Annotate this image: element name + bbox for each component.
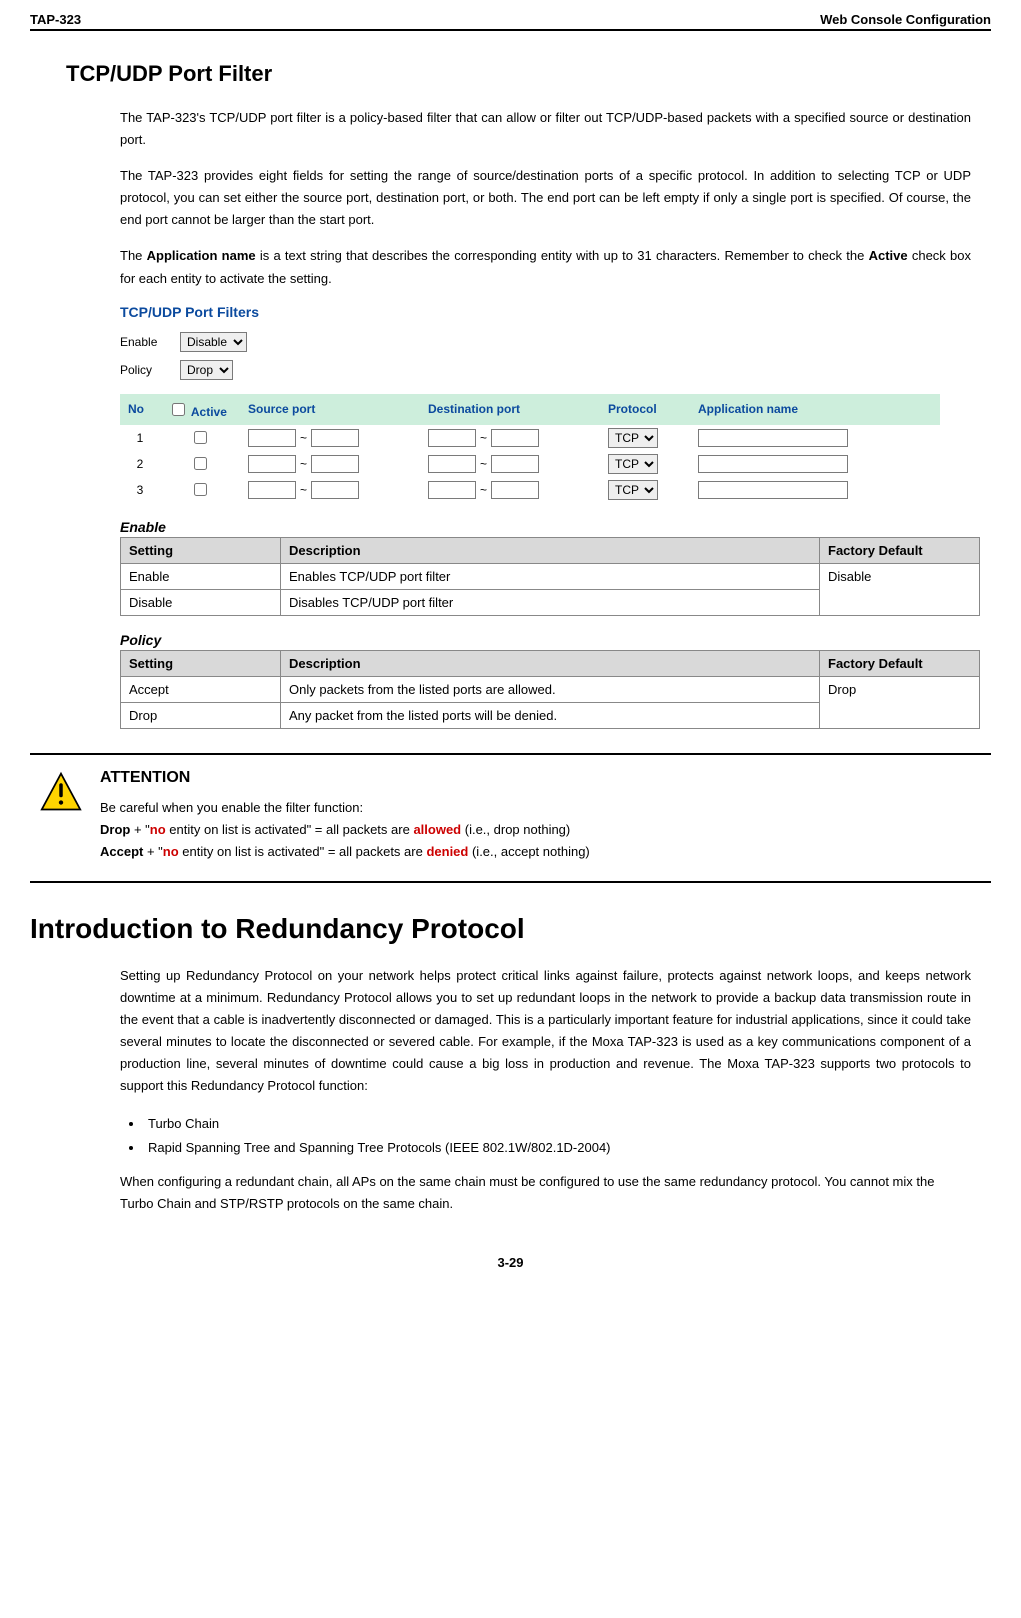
enable-subheading: Enable (120, 519, 991, 535)
redundancy-note: When configuring a redundant chain, all … (120, 1171, 971, 1215)
dst-port-start[interactable] (428, 455, 476, 473)
active-header-checkbox[interactable] (172, 403, 185, 416)
attention-intro: Be careful when you enable the filter fu… (100, 797, 971, 819)
src-port-start[interactable] (248, 429, 296, 447)
src-port-end[interactable] (311, 481, 359, 499)
dst-port-end[interactable] (491, 481, 539, 499)
attention-box: ATTENTION Be careful when you enable the… (30, 753, 991, 883)
attention-line-2: Accept + "no entity on list is activated… (100, 841, 971, 863)
table-row: 3 ~ ~ TCP (120, 477, 940, 503)
protocol-select[interactable]: TCP (608, 480, 658, 500)
redundancy-bullets: Turbo Chain Rapid Spanning Tree and Span… (120, 1112, 971, 1161)
term-active: Active (869, 248, 908, 263)
policy-select[interactable]: Drop (180, 360, 233, 380)
config-title: TCP/UDP Port Filters (120, 304, 971, 320)
app-name-input[interactable] (698, 455, 848, 473)
config-policy-label: Policy (120, 363, 180, 377)
table-row: 1 ~ ~ TCP (120, 425, 940, 451)
paragraph-2: The TAP-323 provides eight fields for se… (120, 165, 971, 231)
dst-port-start[interactable] (428, 481, 476, 499)
list-item: Rapid Spanning Tree and Spanning Tree Pr… (144, 1136, 971, 1161)
section-heading-filter: TCP/UDP Port Filter (66, 61, 991, 87)
dst-port-end[interactable] (491, 455, 539, 473)
col-source-port: Source port (240, 394, 420, 425)
col-app-name: Application name (690, 394, 940, 425)
protocol-select[interactable]: TCP (608, 428, 658, 448)
policy-subheading: Policy (120, 632, 991, 648)
config-enable-label: Enable (120, 335, 180, 349)
page-number: 3-29 (30, 1255, 991, 1270)
row-active-checkbox[interactable] (194, 457, 207, 470)
policy-spec-table: Setting Description Factory Default Acce… (120, 650, 980, 729)
col-dest-port: Destination port (420, 394, 600, 425)
enable-select[interactable]: Disable (180, 332, 247, 352)
attention-title: ATTENTION (100, 769, 971, 787)
row-active-checkbox[interactable] (194, 431, 207, 444)
dst-port-end[interactable] (491, 429, 539, 447)
redundancy-paragraph: Setting up Redundancy Protocol on your n… (120, 965, 971, 1098)
col-protocol: Protocol (600, 394, 690, 425)
row-active-checkbox[interactable] (194, 483, 207, 496)
col-active: Active (160, 394, 240, 425)
header-left: TAP-323 (30, 12, 81, 27)
src-port-end[interactable] (311, 455, 359, 473)
term-application-name: Application name (147, 248, 256, 263)
section-heading-redundancy: Introduction to Redundancy Protocol (30, 913, 991, 945)
paragraph-3: The Application name is a text string th… (120, 245, 971, 289)
enable-spec-table: Setting Description Factory Default Enab… (120, 537, 980, 616)
app-name-input[interactable] (698, 429, 848, 447)
warning-icon (40, 769, 100, 863)
protocol-select[interactable]: TCP (608, 454, 658, 474)
src-port-start[interactable] (248, 481, 296, 499)
dst-port-start[interactable] (428, 429, 476, 447)
col-no: No (120, 394, 160, 425)
paragraph-1: The TAP-323's TCP/UDP port filter is a p… (120, 107, 971, 151)
list-item: Turbo Chain (144, 1112, 971, 1137)
src-port-end[interactable] (311, 429, 359, 447)
header-right: Web Console Configuration (820, 12, 991, 27)
filter-rules-table: No Active Source port Destination port P… (120, 394, 940, 503)
config-screenshot: TCP/UDP Port Filters Enable Disable Poli… (120, 304, 971, 503)
attention-line-1: Drop + "no entity on list is activated" … (100, 819, 971, 841)
table-row: 2 ~ ~ TCP (120, 451, 940, 477)
app-name-input[interactable] (698, 481, 848, 499)
running-header: TAP-323 Web Console Configuration (30, 12, 991, 31)
src-port-start[interactable] (248, 455, 296, 473)
